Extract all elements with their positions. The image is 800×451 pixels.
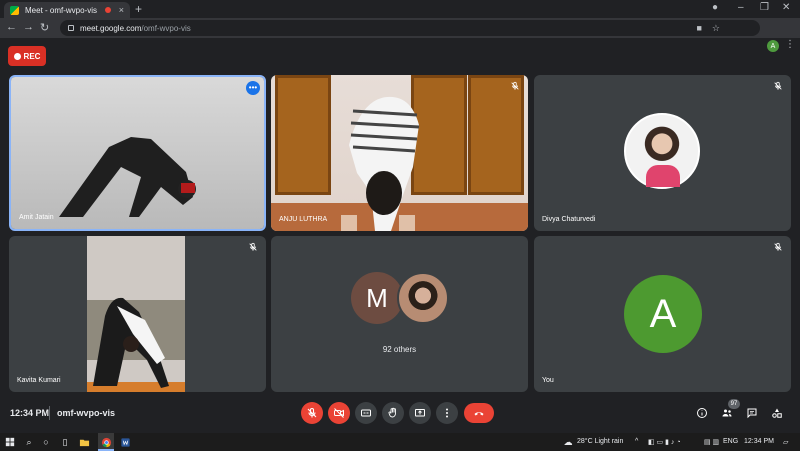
url-host: meet.google.com — [80, 23, 142, 33]
url-path: /omf-wvpo-vis — [141, 23, 191, 33]
camera-off-icon — [334, 408, 344, 418]
meet-favicon-icon — [10, 5, 19, 15]
muted-mic-icon — [511, 81, 519, 90]
participant-tile-kavita[interactable]: Kavita Kumari — [9, 236, 266, 392]
end-call-icon — [474, 412, 484, 416]
tab-close-icon[interactable]: × — [119, 5, 124, 15]
more-options-icon[interactable]: ••• — [246, 81, 260, 95]
chat-button[interactable] — [744, 405, 760, 421]
muted-mic-icon — [774, 242, 782, 251]
profile-avatar[interactable]: A — [767, 40, 779, 52]
minimize-window-button[interactable]: – — [738, 2, 744, 13]
recording-badge: REC — [8, 46, 46, 66]
back-arrow-icon[interactable]: ← — [6, 21, 17, 33]
leave-call-button[interactable] — [464, 403, 494, 423]
system-icons: ▤ ▥ — [704, 439, 720, 446]
input-language[interactable]: ENG — [723, 438, 738, 445]
weather-text[interactable]: 28°C Light rain — [577, 438, 623, 445]
other-participant-avatar: M — [351, 272, 403, 324]
more-vert-icon — [446, 408, 448, 418]
forward-arrow-icon[interactable]: → — [23, 21, 34, 33]
cortana-icon[interactable]: ○ — [40, 436, 52, 448]
activities-icon — [772, 408, 782, 418]
file-explorer-icon[interactable] — [78, 436, 90, 448]
participant-tile-divya[interactable]: Divya Chaturvedi — [534, 75, 791, 231]
info-icon — [697, 408, 707, 418]
other-participant-photo — [397, 272, 449, 324]
windows-start-icon[interactable] — [4, 436, 16, 448]
toggle-mic-button[interactable] — [301, 402, 323, 424]
reload-icon[interactable]: ↻ — [40, 21, 49, 34]
hand-icon — [388, 407, 396, 418]
participant-name: Kavita Kumari — [17, 377, 61, 384]
os-taskbar: ⌕ ○ ▯ ☁ 28°C Light rain ^ ◧ ▭ ▮ ♪ ◔ ▤ ▥ … — [0, 433, 800, 451]
participant-video — [87, 236, 185, 392]
recording-indicator-icon — [104, 7, 111, 13]
chrome-icon[interactable] — [100, 436, 112, 448]
tab-title: Meet - omf-wvpo-vis — [25, 5, 98, 15]
system-clock[interactable]: 12:34 PM — [744, 438, 774, 445]
more-options-button[interactable] — [436, 402, 458, 424]
others-tile[interactable]: M 92 others — [271, 236, 528, 392]
mic-off-icon — [307, 407, 317, 418]
participant-video — [271, 75, 528, 231]
captions-button[interactable] — [355, 402, 377, 424]
others-count-label: 92 others — [382, 345, 417, 354]
present-screen-icon — [415, 409, 425, 417]
word-app-icon[interactable] — [119, 436, 131, 448]
media-control-icon[interactable]: ● — [712, 2, 718, 13]
captions-icon — [361, 409, 371, 417]
others-avatar-stack: M — [351, 272, 451, 324]
weather-cloud-icon: ☁ — [563, 436, 573, 447]
self-avatar: A — [624, 275, 702, 353]
close-window-button[interactable]: ✕ — [782, 2, 790, 13]
search-icon[interactable]: ⌕ — [23, 436, 35, 448]
meeting-details-button[interactable] — [694, 405, 710, 421]
meeting-code[interactable]: omf-wvpo-vis — [57, 408, 115, 418]
task-view-icon[interactable]: ▯ — [59, 436, 71, 448]
notifications-icon[interactable]: ▱ — [783, 438, 788, 446]
participant-tile-anju[interactable]: ANJU LUTHRA — [271, 75, 528, 231]
participant-name: You — [542, 377, 554, 384]
participant-name: Divya Chaturvedi — [542, 216, 596, 223]
toggle-camera-button[interactable] — [328, 402, 350, 424]
participant-name: ANJU LUTHRA — [279, 216, 328, 223]
show-hidden-icons-icon[interactable]: ^ — [635, 438, 638, 445]
recording-label: REC — [23, 51, 41, 61]
tray-icons[interactable]: ◧ ▭ ▮ ♪ ◔ — [648, 438, 681, 446]
muted-mic-icon — [249, 242, 257, 251]
bookmark-star-icon[interactable]: ☆ — [712, 23, 720, 34]
lock-icon — [68, 25, 74, 31]
present-screen-button[interactable] — [409, 402, 431, 424]
new-tab-button[interactable]: + — [135, 2, 142, 16]
browser-tab-meet[interactable]: Meet - omf-wvpo-vis × — [4, 2, 130, 18]
meeting-clock: 12:34 PM — [10, 408, 50, 418]
url-field[interactable]: meet.google.com/omf-wvpo-vis ■ ☆ — [60, 20, 760, 36]
participant-avatar-photo — [624, 113, 700, 189]
address-bar-row: ← → ↻ meet.google.com/omf-wvpo-vis ■ ☆ A… — [0, 18, 800, 52]
participant-name: Amit Jatain — [19, 214, 54, 221]
raise-hand-button[interactable] — [382, 402, 404, 424]
record-dot-icon — [13, 52, 21, 60]
participant-tile-amit[interactable]: ••• Amit Jatain — [9, 75, 266, 231]
browser-tabbar: Meet - omf-wvpo-vis × + ● – ❐ ✕ — [0, 0, 800, 18]
chat-icon — [747, 408, 757, 419]
browser-menu-icon[interactable]: ⋮ — [785, 39, 795, 50]
participants-count-badge: 97 — [728, 399, 740, 409]
self-tile[interactable]: A You — [534, 236, 791, 392]
muted-mic-icon — [774, 81, 782, 90]
maximize-window-button[interactable]: ❐ — [760, 2, 769, 13]
camera-in-use-icon[interactable]: ■ — [696, 23, 701, 34]
participant-video — [11, 77, 264, 229]
bar-divider — [49, 406, 50, 420]
activities-button[interactable] — [769, 405, 785, 421]
